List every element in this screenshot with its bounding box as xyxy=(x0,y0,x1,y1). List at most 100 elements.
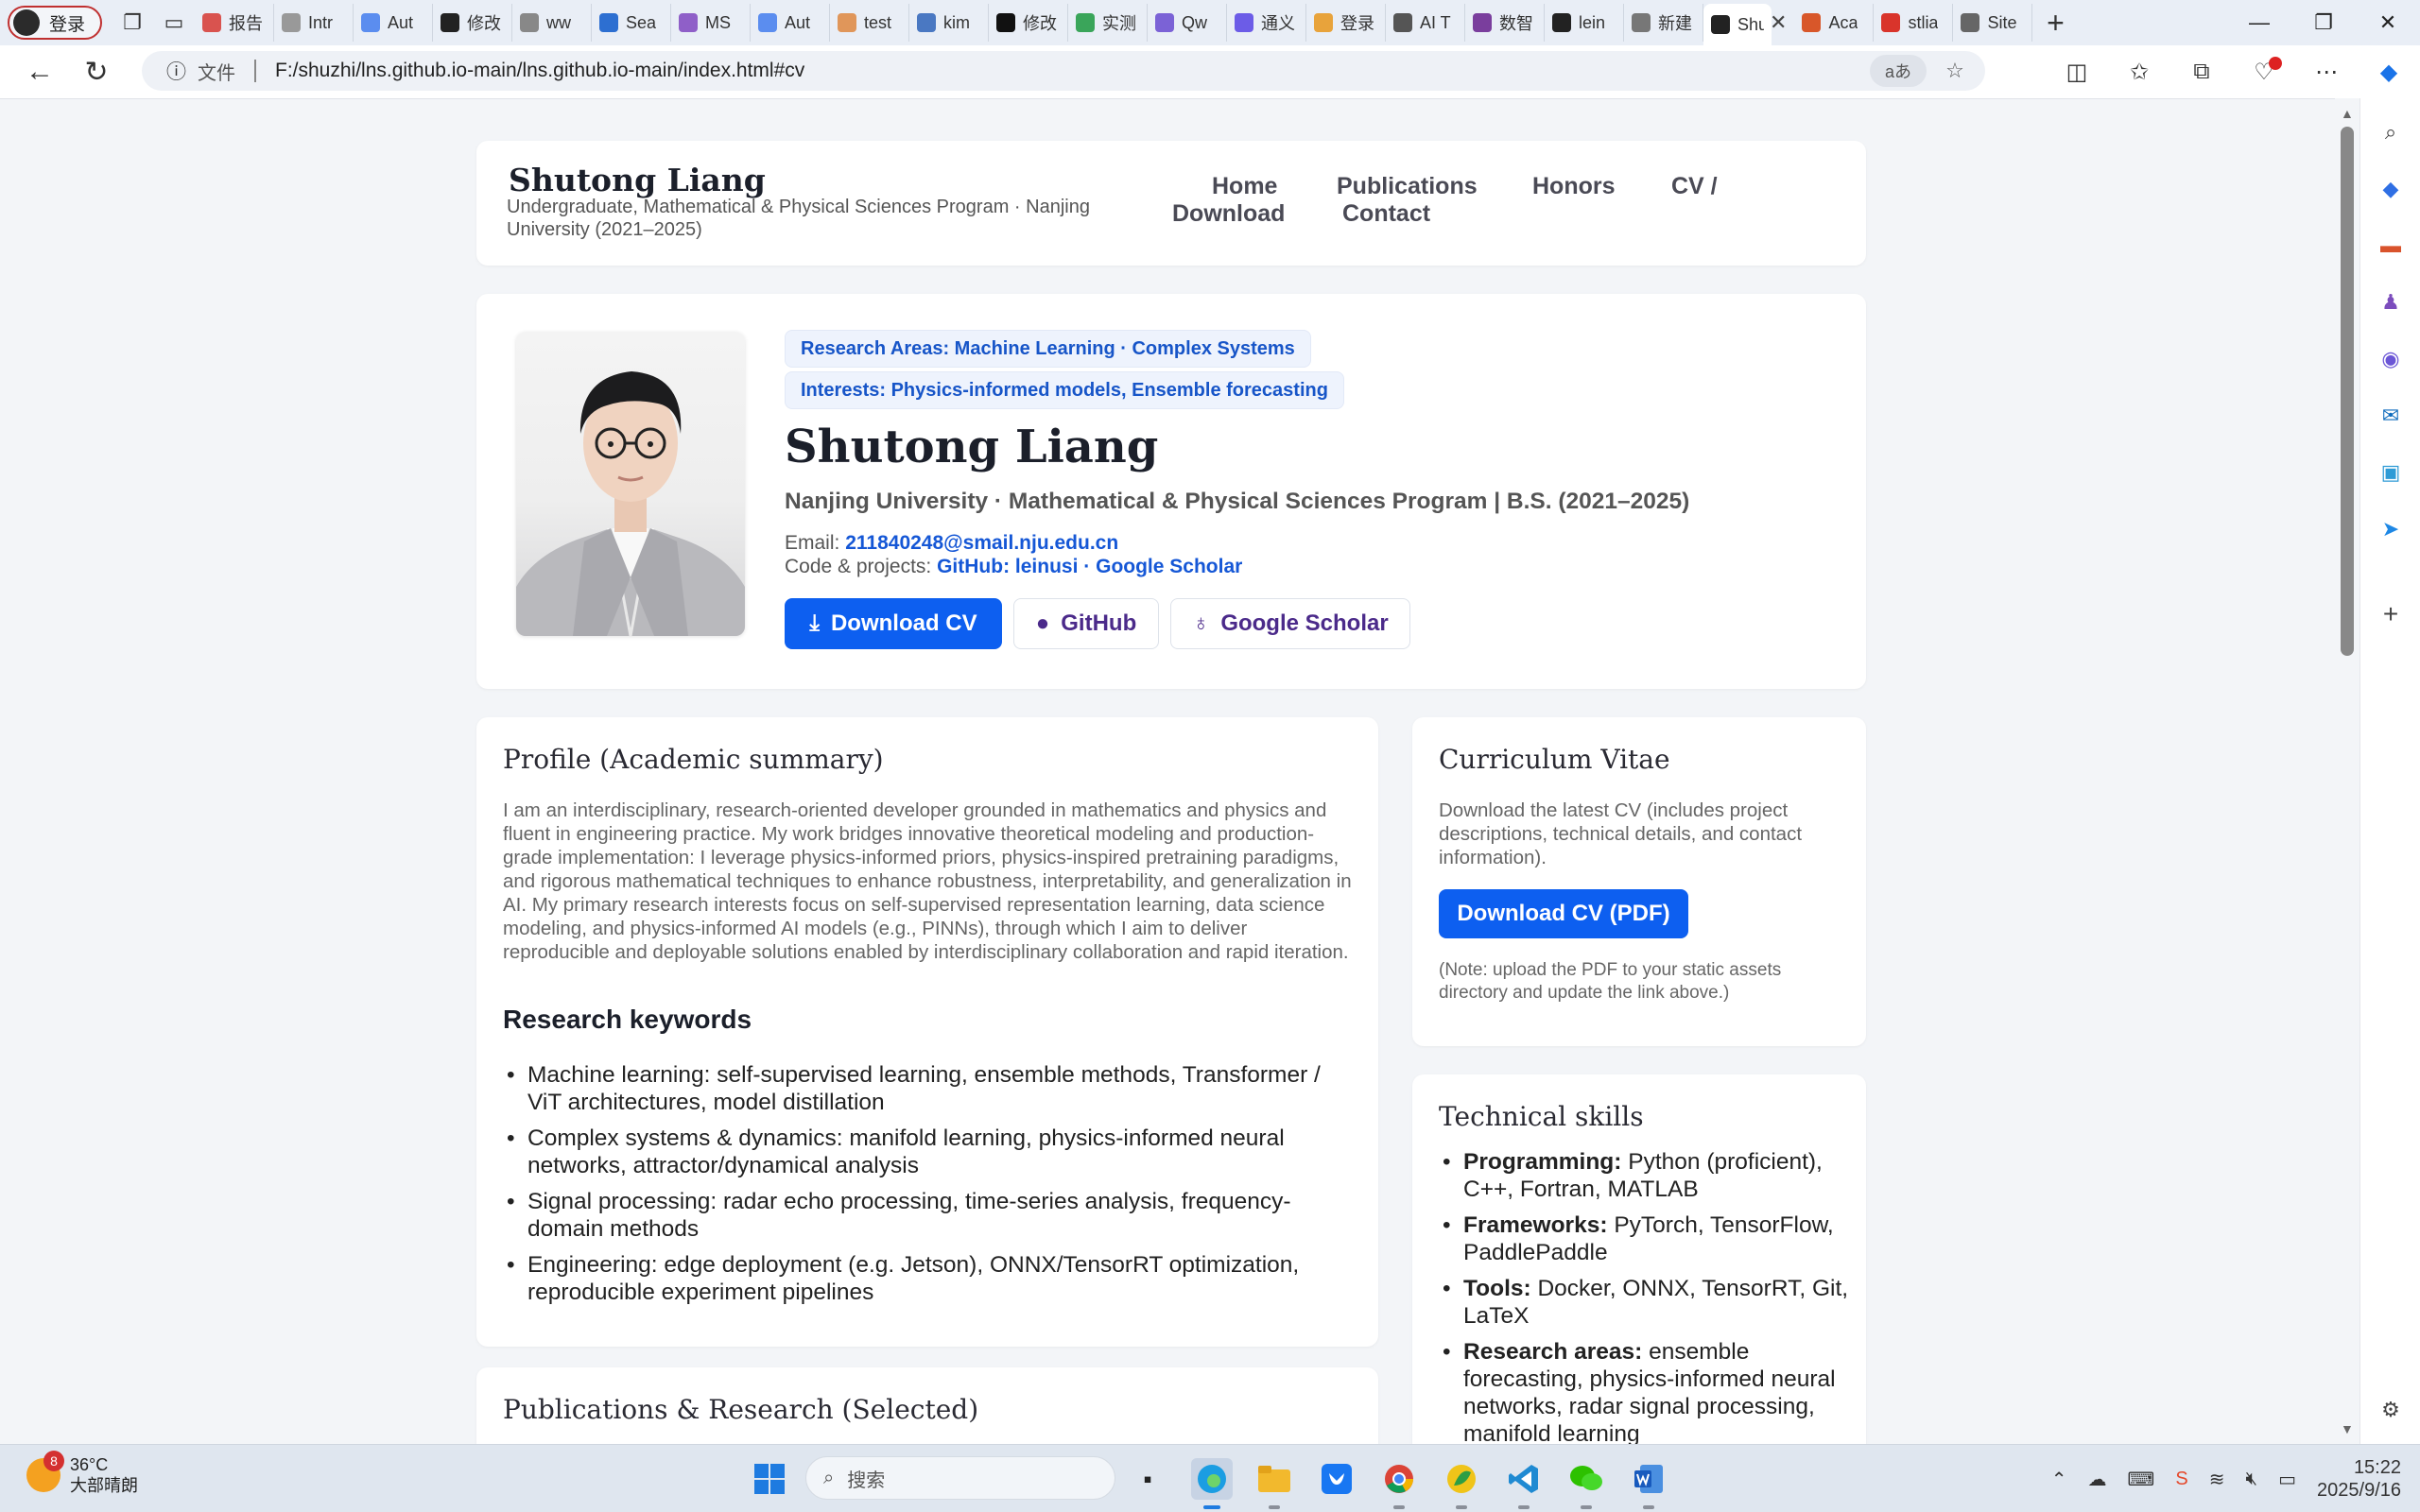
browser-tab[interactable]: stlia xyxy=(1874,4,1954,42)
profile-button[interactable]: 登录 xyxy=(8,6,102,40)
browser-tab[interactable]: Aut xyxy=(354,4,433,42)
site-name[interactable]: Shutong Liang xyxy=(509,162,766,198)
browser-tab[interactable]: 报告 xyxy=(195,4,274,42)
browser-tab[interactable]: 登录 xyxy=(1306,4,1386,42)
show-hidden-icons-chevron-icon[interactable]: ⌃ xyxy=(2051,1468,2067,1491)
research-areas-pill: Research Areas: Machine Learning · Compl… xyxy=(785,330,1311,368)
chrome-app-icon[interactable] xyxy=(1378,1458,1420,1509)
keyboard-input-icon[interactable]: ⌨ xyxy=(2128,1468,2155,1491)
back-button[interactable]: ← xyxy=(11,45,68,98)
browser-tab[interactable]: lein xyxy=(1545,4,1624,42)
github-link[interactable]: GitHub: leinusi xyxy=(937,556,1078,577)
volume-muted-icon[interactable]: 🔇︎ xyxy=(2246,1469,2258,1490)
nav-home[interactable]: Home xyxy=(1212,173,1277,200)
start-button[interactable] xyxy=(749,1458,790,1500)
favorite-star-icon[interactable]: ☆ xyxy=(1936,55,1974,87)
edge-app-icon[interactable] xyxy=(1191,1458,1233,1509)
nav-download[interactable]: Download xyxy=(1172,200,1285,228)
browser-tab[interactable]: Intr xyxy=(274,4,354,42)
hero-name: Shutong Liang xyxy=(785,421,1159,473)
browser-tab[interactable]: MS xyxy=(671,4,751,42)
tab-actions-icon[interactable]: ▭ xyxy=(153,2,195,43)
nav-cv[interactable]: CV / xyxy=(1671,173,1718,200)
download-cv-button[interactable]: ⤓ Download CV xyxy=(785,598,1002,649)
browser-tab[interactable]: 新建 xyxy=(1624,4,1703,42)
search-icon[interactable]: ⌕ xyxy=(2374,115,2408,149)
scroll-down-arrow-icon[interactable]: ▼ xyxy=(2341,1421,2354,1436)
google-scholar-button[interactable]: ♁ Google Scholar xyxy=(1170,598,1410,649)
url-text[interactable]: F:/shuzhi/lns.github.io-main/lns.github.… xyxy=(275,60,804,82)
page-scrollbar[interactable]: ▲ ▼ xyxy=(2335,98,2360,1444)
new-tab-button[interactable]: + xyxy=(2032,6,2078,41)
microsoft-365-icon[interactable]: ◉ xyxy=(2374,342,2408,376)
download-cv-pdf-button[interactable]: Download CV (PDF) xyxy=(1439,889,1688,938)
task-view-icon[interactable]: ▪ xyxy=(1127,1458,1168,1500)
browser-tab[interactable]: 数智 xyxy=(1465,4,1545,42)
close-window-button[interactable]: ✕ xyxy=(2356,0,2420,45)
browser-tab[interactable]: Site xyxy=(1953,4,2033,42)
browser-tab[interactable]: ww xyxy=(512,4,592,42)
minimize-button[interactable]: — xyxy=(2227,0,2291,45)
battery-icon[interactable]: ▭ xyxy=(2278,1468,2296,1491)
scroll-thumb[interactable] xyxy=(2341,127,2354,656)
browser-tab[interactable]: Aca xyxy=(1794,4,1875,42)
wechat-app-icon[interactable] xyxy=(1565,1458,1607,1509)
nav-honors[interactable]: Honors xyxy=(1532,173,1616,200)
keyword-item: Signal processing: radar echo processing… xyxy=(503,1188,1354,1243)
more-menu-icon[interactable]: ⋯ xyxy=(2295,45,2358,98)
split-screen-icon[interactable]: ◫ xyxy=(2046,45,2108,98)
read-aloud-button[interactable]: aあ xyxy=(1870,55,1927,87)
browser-tab[interactable]: Qw xyxy=(1148,4,1227,42)
tools-icon[interactable]: ▬ xyxy=(2374,229,2408,263)
word-app-icon[interactable] xyxy=(1628,1458,1669,1509)
games-icon[interactable]: ♟ xyxy=(2374,285,2408,319)
browser-tab[interactable]: Aut xyxy=(751,4,830,42)
taskbar-search[interactable]: ⌕ 搜索 xyxy=(805,1456,1115,1500)
email-link[interactable]: 211840248@smail.nju.edu.cn xyxy=(845,532,1118,554)
browser-tab[interactable]: AI T xyxy=(1386,4,1465,42)
workspaces-icon[interactable]: ❐ xyxy=(112,2,153,43)
collections-icon[interactable]: ⧉ xyxy=(2170,45,2233,98)
system-clock[interactable]: 15:22 2025/9/16 xyxy=(2317,1456,2401,1502)
add-icon[interactable]: + xyxy=(2374,597,2408,631)
github-button[interactable]: ● GitHub xyxy=(1013,598,1159,649)
browser-tab[interactable]: kim xyxy=(909,4,989,42)
info-icon[interactable]: ⓘ xyxy=(166,57,186,85)
sogou-input-icon[interactable]: S xyxy=(2175,1469,2187,1490)
refresh-button[interactable]: ↻ xyxy=(68,45,125,98)
vscode-app-icon[interactable] xyxy=(1503,1458,1545,1509)
copilot-icon[interactable]: ◆ xyxy=(2358,45,2420,98)
browser-tab[interactable]: 通义 xyxy=(1227,4,1306,42)
favorites-icon[interactable]: ✩ xyxy=(2108,45,2170,98)
nav-publications[interactable]: Publications xyxy=(1337,173,1478,200)
browser-tab[interactable]: Shu xyxy=(1703,4,1772,45)
designer-icon[interactable]: ▣ xyxy=(2374,455,2408,490)
weather-widget[interactable]: 8 36°C 大部晴朗 xyxy=(26,1451,138,1496)
restore-button[interactable]: ❐ xyxy=(2291,0,2356,45)
settings-icon[interactable]: ⚙ xyxy=(2374,1393,2408,1427)
bluesky-app-icon[interactable] xyxy=(1316,1458,1357,1500)
browser-tab[interactable]: Sea xyxy=(592,4,671,42)
scroll-up-arrow-icon[interactable]: ▲ xyxy=(2341,106,2354,121)
outlook-icon[interactable]: ✉ xyxy=(2374,399,2408,433)
file-explorer-icon[interactable] xyxy=(1253,1458,1295,1509)
browser-tab[interactable]: test xyxy=(830,4,909,42)
scholar-link[interactable]: Google Scholar xyxy=(1096,556,1242,577)
browser-tab[interactable]: 实测 xyxy=(1068,4,1148,42)
close-tab-icon[interactable]: ✕ xyxy=(1770,10,1787,35)
shopping-tag-icon[interactable]: ◆ xyxy=(2374,172,2408,206)
profile-card: Profile (Academic summary) I am an inter… xyxy=(476,717,1378,1347)
wifi-icon[interactable]: ≋ xyxy=(2209,1468,2225,1491)
browser-tab[interactable]: 修改 xyxy=(989,4,1068,42)
browser-tab[interactable]: 修改 xyxy=(433,4,512,42)
weather-text: 36°C 大部晴朗 xyxy=(70,1454,138,1496)
onedrive-cloud-icon[interactable]: ☁ xyxy=(2088,1468,2107,1491)
app-icon-green[interactable] xyxy=(1441,1458,1482,1509)
address-bar[interactable]: ⓘ 文件 F:/shuzhi/lns.github.io-main/lns.gi… xyxy=(142,51,1985,91)
nav-contact[interactable]: Contact xyxy=(1342,200,1430,228)
browser-essentials-icon[interactable]: ♡ xyxy=(2233,45,2295,98)
sun-icon: 8 xyxy=(26,1451,64,1492)
search-icon: ⌕ xyxy=(823,1467,835,1488)
send-icon[interactable]: ➤ xyxy=(2374,512,2408,546)
butterfly-icon xyxy=(1322,1464,1352,1494)
